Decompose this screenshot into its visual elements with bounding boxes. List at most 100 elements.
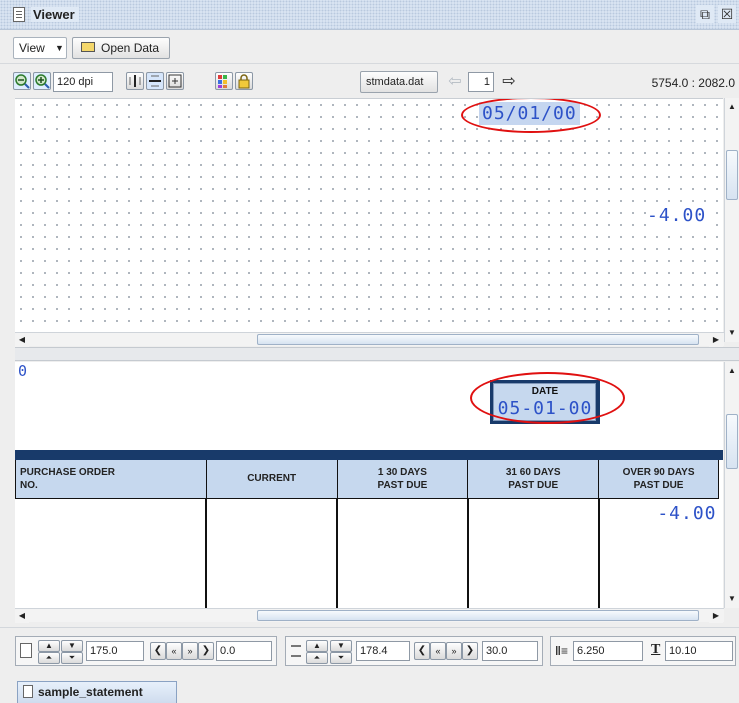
table-cell (15, 498, 208, 608)
table-cell (206, 498, 339, 608)
table-cell: -4.00 (598, 498, 719, 608)
table-cell (337, 498, 469, 608)
bottom-vertical-scrollbar[interactable]: ▲ ▼ (724, 362, 739, 608)
col-header-purchase-order: PURCHASE ORDER NO. (15, 460, 207, 499)
tab-label: sample_statement (38, 685, 143, 699)
first-icon[interactable]: ❮ (414, 642, 430, 660)
vertical-guide-button[interactable] (126, 72, 144, 90)
annotation-circle (461, 99, 601, 133)
amount-value[interactable]: -4.00 (657, 503, 716, 524)
folder-icon (81, 42, 95, 52)
window-title: Viewer (31, 7, 79, 22)
open-data-label: Open Data (101, 41, 160, 55)
rewind-icon[interactable]: « (166, 642, 182, 660)
color-palette-button[interactable] (215, 72, 233, 90)
scroll-right-arrow[interactable]: ▶ (709, 333, 723, 347)
rewind-icon[interactable]: « (430, 642, 446, 660)
view-dropdown[interactable]: View ▼ (13, 37, 67, 59)
line-spacing-field[interactable]: 6.250 (573, 641, 643, 661)
close-icon[interactable]: ☒ (718, 5, 736, 23)
scroll-down-arrow[interactable]: ▼ (725, 326, 739, 340)
col-header-current: CURRENT (205, 460, 338, 499)
horizontal-offset-field[interactable]: 0.0 (216, 641, 272, 661)
title-bar: Viewer ⧉ ☒ (0, 0, 739, 30)
bottom-horizontal-scrollbar[interactable]: ◀ ▶ (15, 608, 724, 623)
step-up-button[interactable]: ▲ (38, 640, 60, 652)
document-icon (13, 7, 25, 22)
font-size-icon: T (651, 642, 661, 657)
vertical-offset-field[interactable]: 30.0 (482, 641, 538, 661)
col-header-over-90-days: OVER 90 DAYS PAST DUE (598, 460, 719, 499)
last-icon[interactable]: ❯ (198, 642, 214, 660)
first-icon[interactable]: ❮ (150, 642, 166, 660)
horizontal-position-field[interactable]: 175.0 (86, 641, 144, 661)
col-header-1-30-days: 1 30 DAYS PAST DUE (336, 460, 469, 499)
scroll-up-arrow[interactable]: ▲ (725, 100, 739, 114)
vertical-position-field[interactable]: 178.4 (356, 641, 410, 661)
top-horizontal-scrollbar[interactable]: ◀ ▶ (15, 332, 724, 347)
page-down-button[interactable]: ⏷ (61, 652, 83, 664)
next-page-icon[interactable]: ⇨ (498, 71, 520, 93)
horizontal-position-group: ▲ ⏶ ▼ ⏷ 175.0 ❮ « » ❯ 0.0 (15, 636, 277, 666)
zoom-in-button[interactable] (33, 72, 51, 90)
data-file-button[interactable]: stmdata.dat (360, 71, 438, 93)
font-size-field[interactable]: 10.10 (665, 641, 733, 661)
step-down-button[interactable]: ▼ (330, 640, 352, 652)
align-icon (291, 645, 301, 657)
top-vertical-scroll-thumb[interactable] (726, 150, 738, 200)
page-down-button[interactable]: ⏷ (330, 652, 352, 664)
open-data-button[interactable]: Open Data (72, 37, 170, 59)
step-up-button[interactable]: ▲ (306, 640, 328, 652)
position-toolbar: ▲ ⏶ ▼ ⏷ 175.0 ❮ « » ❯ 0.0 ▲ ⏶ ▼ ⏷ 178.4 … (0, 627, 739, 679)
coordinate-readout: 5754.0 : 2082.0 (651, 76, 735, 90)
page-icon (20, 643, 32, 658)
header-bar (15, 450, 723, 460)
zoom-out-button[interactable] (13, 72, 31, 90)
table-cell (467, 498, 600, 608)
scroll-left-arrow[interactable]: ◀ (15, 333, 29, 347)
undock-icon[interactable]: ⧉ (696, 5, 714, 23)
menu-toolbar: View ▼ Open Data (0, 30, 739, 64)
horizontal-guide-button[interactable] (146, 72, 164, 90)
chevron-down-icon: ▼ (55, 43, 64, 53)
bottom-horizontal-scroll-thumb[interactable] (257, 610, 699, 621)
lock-button[interactable] (235, 72, 253, 90)
document-icon (23, 685, 33, 698)
fit-page-button[interactable] (166, 72, 184, 90)
fast-forward-icon[interactable]: » (446, 642, 462, 660)
col-header-31-60-days: 31 60 DAYS PAST DUE (467, 460, 600, 499)
scroll-right-arrow[interactable]: ▶ (709, 609, 723, 623)
scroll-up-arrow[interactable]: ▲ (725, 364, 739, 378)
last-icon[interactable]: ❯ (462, 642, 478, 660)
lock-icon (238, 74, 250, 89)
page-up-button[interactable]: ⏶ (306, 652, 328, 664)
view-dropdown-label: View (19, 41, 45, 55)
page-up-button[interactable]: ⏶ (38, 652, 60, 664)
scroll-left-arrow[interactable]: ◀ (15, 609, 29, 623)
fast-forward-icon[interactable]: » (182, 642, 198, 660)
amount-field[interactable]: -4.00 (647, 205, 707, 226)
pane-splitter[interactable] (15, 347, 739, 361)
bottom-vertical-scroll-thumb[interactable] (726, 414, 738, 469)
top-design-pane[interactable]: 05/01/00 -4.00 (15, 98, 723, 342)
previous-page-icon[interactable]: ⇦ (444, 71, 466, 93)
annotation-circle (470, 372, 625, 424)
zoom-out-icon (15, 74, 30, 89)
palette-icon (218, 75, 227, 88)
step-down-button[interactable]: ▼ (61, 640, 83, 652)
dpi-field[interactable]: 120 dpi (53, 72, 113, 92)
top-horizontal-scroll-thumb[interactable] (257, 334, 699, 345)
tab-sample-statement[interactable]: sample_statement (17, 681, 177, 703)
page-number-field[interactable]: 1 (468, 72, 494, 92)
top-vertical-scrollbar[interactable]: ▲ ▼ (724, 98, 739, 342)
text-metrics-group: ‖≡ 6.250 T 10.10 (550, 636, 736, 666)
aging-table: PURCHASE ORDER NO. CURRENT 1 30 DAYS PAS… (15, 460, 719, 608)
viewer-toolbar: 120 dpi stmdata.dat ⇦ 1 ⇨ 5754.0 : 2082.… (0, 64, 739, 98)
vertical-position-group: ▲ ⏶ ▼ ⏷ 178.4 ❮ « » ❯ 30.0 (285, 636, 543, 666)
zoom-in-icon (35, 74, 50, 89)
vertical-guide-icon (129, 75, 141, 87)
horizontal-guide-icon (149, 75, 161, 87)
scroll-down-arrow[interactable]: ▼ (725, 592, 739, 606)
line-spacing-icon: ‖≡ (555, 644, 568, 658)
bottom-preview-pane[interactable]: 0 DATE 05-01-00 PURCHASE ORDER NO. CURRE… (15, 362, 723, 608)
